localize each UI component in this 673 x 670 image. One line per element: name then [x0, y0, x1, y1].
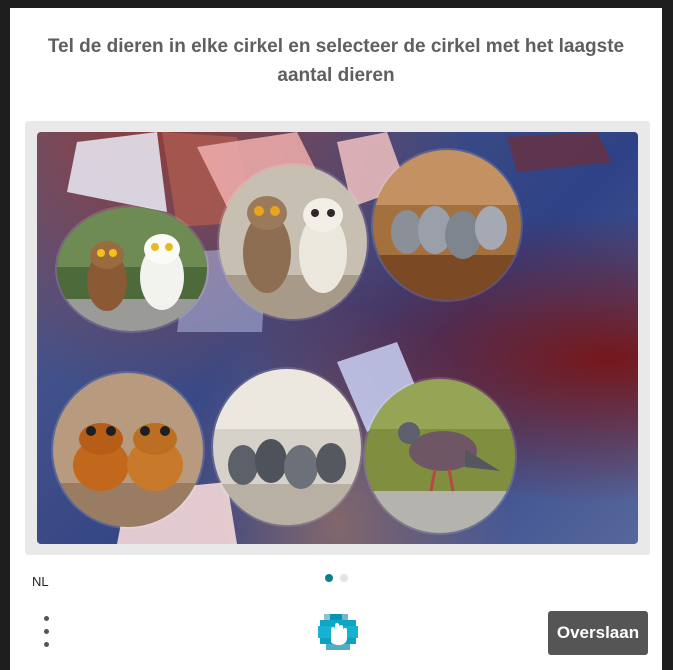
owls-middle-image [219, 165, 367, 319]
challenge-prompt: Tel de dieren in elke cirkel en selectee… [47, 36, 625, 86]
pigeons-top-right-image [373, 150, 521, 300]
challenge-panel [25, 121, 650, 555]
language-selector[interactable]: NL [32, 574, 49, 589]
page-dot-inactive[interactable] [340, 574, 348, 582]
circle-pigeons-top-right[interactable] [373, 150, 521, 300]
owls-left-image [57, 207, 207, 331]
pigeons-bottom-middle-image [213, 369, 361, 525]
circle-owls-left[interactable] [57, 207, 207, 331]
circle-owls-middle[interactable] [219, 165, 367, 319]
circle-pigeon-single[interactable] [365, 379, 515, 533]
page-dot-active[interactable] [325, 574, 333, 582]
frogs-image [53, 373, 203, 527]
circle-pigeons-bottom-middle[interactable] [213, 369, 361, 525]
vertical-ellipsis-icon[interactable] [40, 614, 54, 650]
circle-frogs[interactable] [53, 373, 203, 527]
captcha-card: Tel de dieren in elke cirkel en selectee… [10, 8, 662, 670]
hcaptcha-hand-logo-icon [318, 614, 358, 650]
challenge-image [37, 132, 638, 544]
pigeon-single-image [365, 379, 515, 533]
skip-button[interactable]: Overslaan [548, 611, 648, 655]
